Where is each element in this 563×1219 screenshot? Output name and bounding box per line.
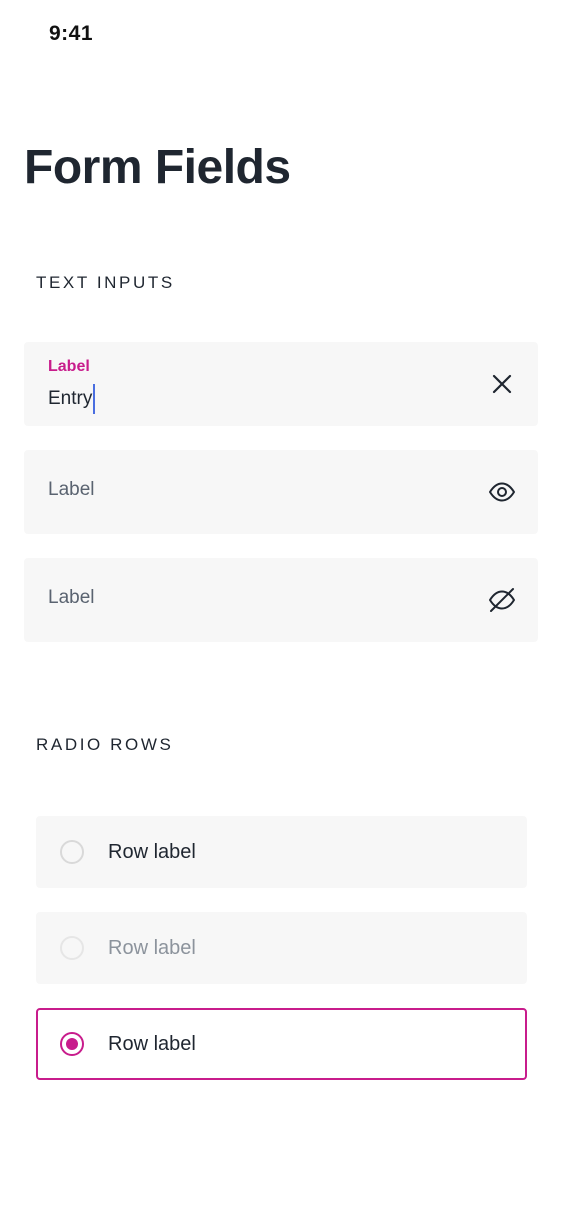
text-field-password-visible[interactable]: Label: [24, 450, 538, 534]
radio-row-label: Row label: [108, 937, 196, 959]
radio-row-disabled: Row label: [36, 912, 527, 984]
field-placeholder: Label: [48, 479, 95, 500]
eye-icon[interactable]: [488, 478, 516, 506]
field-floating-label: Label: [48, 358, 90, 375]
radio-row-default[interactable]: Row label: [36, 816, 527, 888]
text-field-focused[interactable]: Label Entry: [24, 342, 538, 426]
page-title: Form Fields: [24, 141, 291, 194]
radio-button-unselected[interactable]: [60, 840, 84, 864]
radio-row-label: Row label: [108, 1033, 196, 1055]
text-caret: [93, 384, 96, 414]
field-input-area[interactable]: Entry: [48, 384, 96, 414]
radio-button-selected[interactable]: [60, 1032, 84, 1056]
radio-row-label: Row label: [108, 841, 196, 863]
clear-icon[interactable]: [488, 370, 516, 398]
status-bar-time: 9:41: [49, 22, 94, 45]
radio-selected-dot: [66, 1038, 78, 1050]
radio-row-selected[interactable]: Row label: [36, 1008, 527, 1080]
section-heading-text-inputs: TEXT INPUTS: [36, 273, 175, 292]
field-value: Entry: [48, 388, 93, 409]
text-field-password-hidden[interactable]: Label: [24, 558, 538, 642]
section-heading-radio-rows: RADIO ROWS: [36, 735, 174, 754]
eye-off-icon[interactable]: [488, 586, 516, 614]
field-placeholder: Label: [48, 587, 95, 608]
radio-button-disabled: [60, 936, 84, 960]
